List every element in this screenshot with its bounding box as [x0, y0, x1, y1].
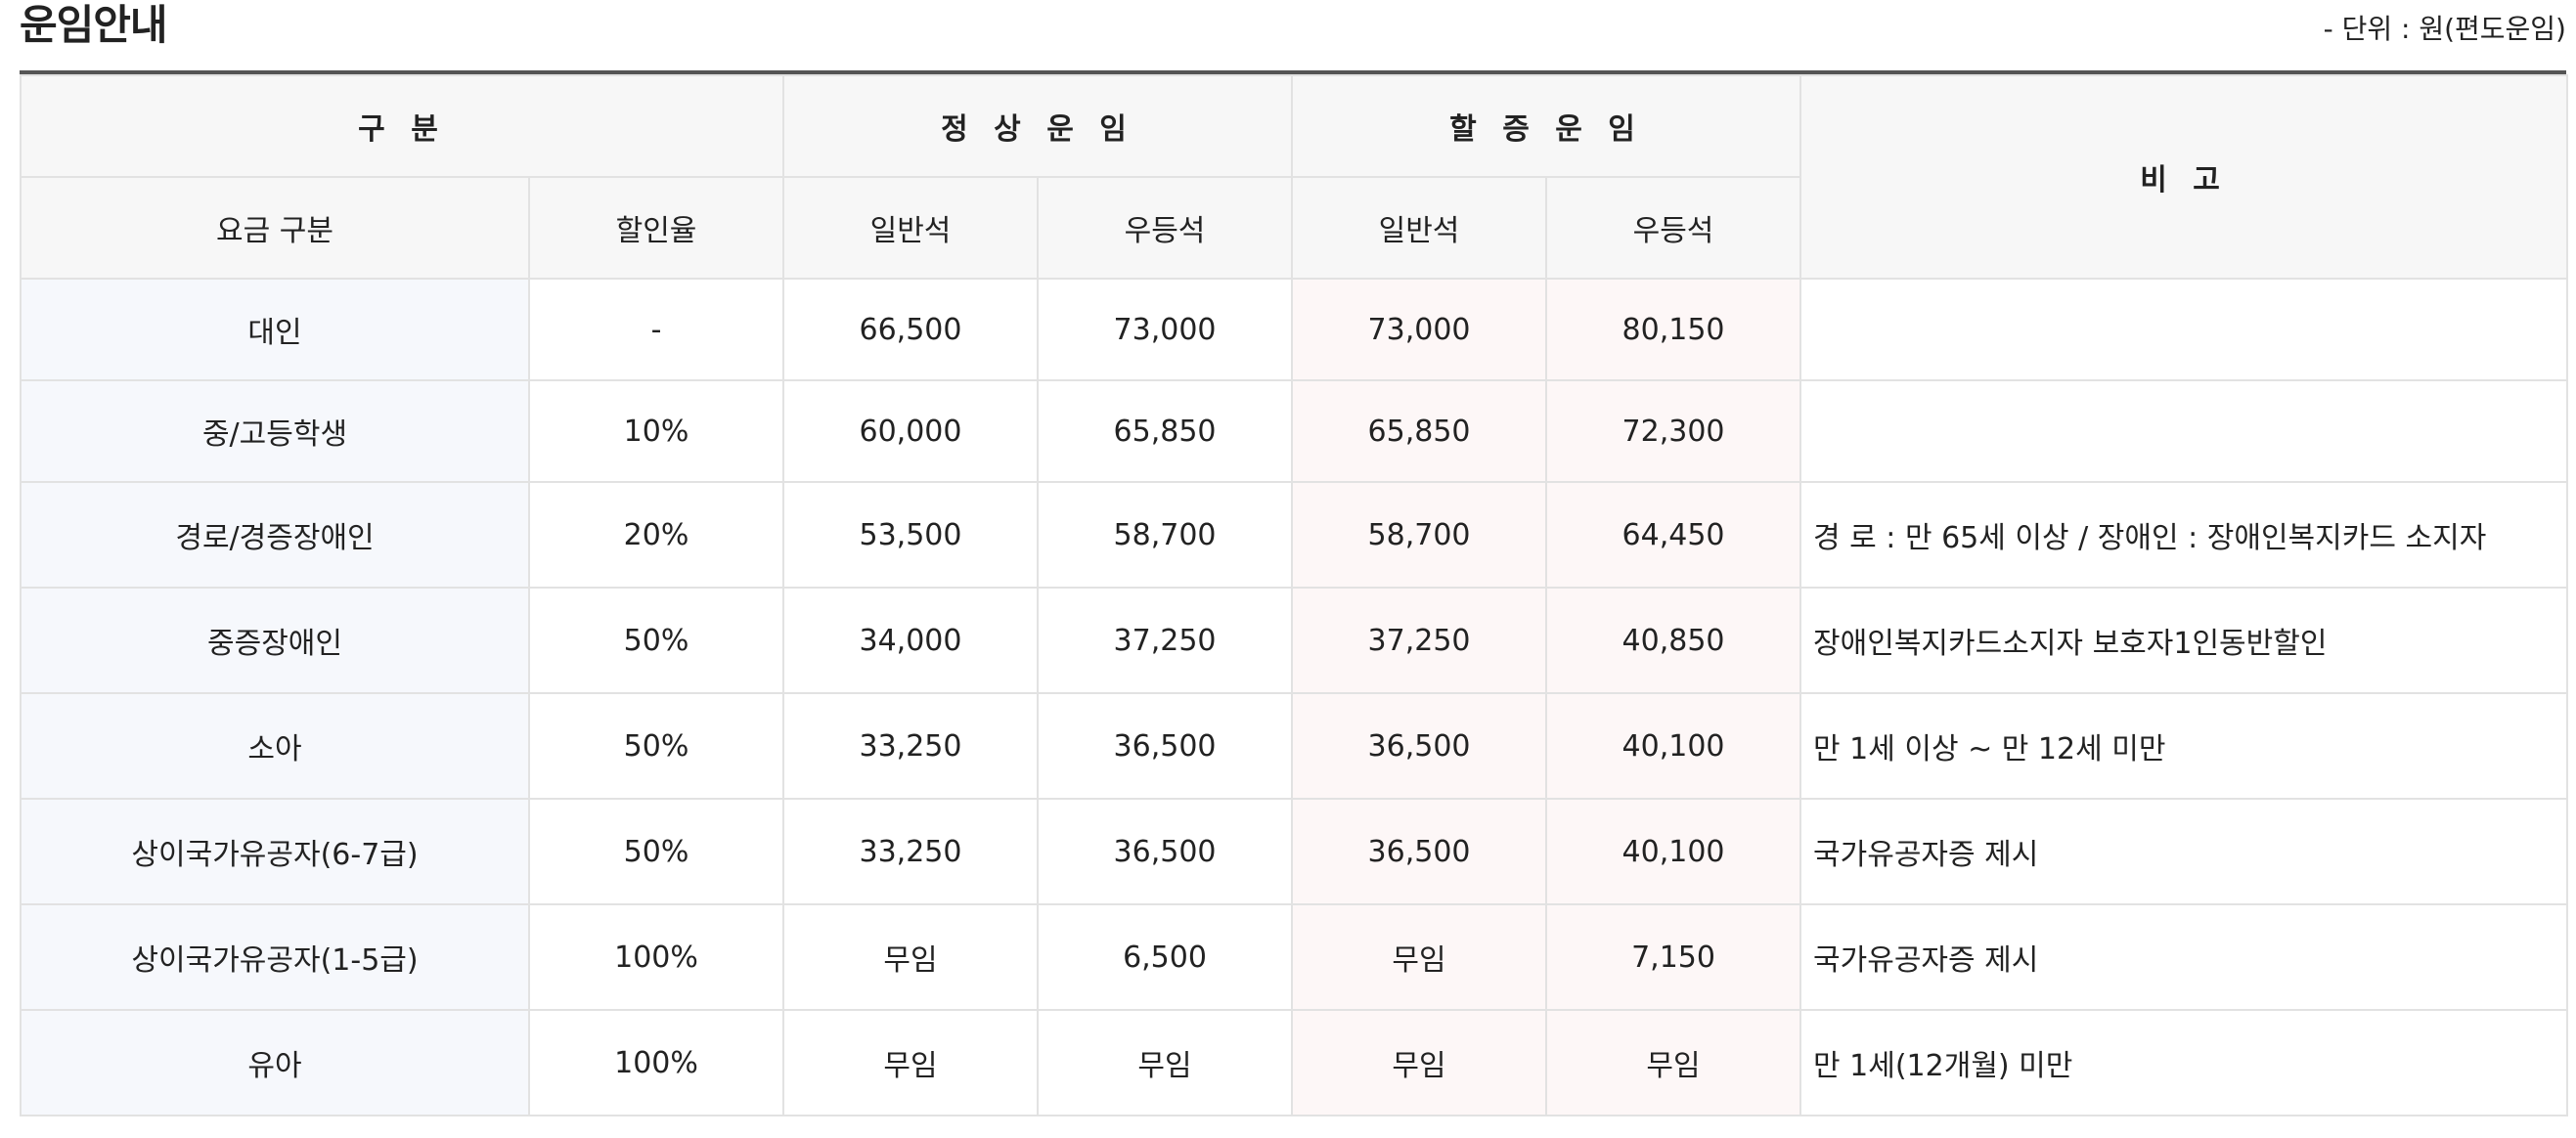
cell-fare-type: 소아	[20, 692, 530, 800]
cell-surcharge-general: 36,500	[1291, 692, 1548, 800]
cell-surcharge-premium: 72,300	[1545, 379, 1802, 483]
cell-surcharge-general: 36,500	[1291, 798, 1548, 905]
cell-normal-premium: 37,250	[1036, 587, 1294, 694]
cell-normal-premium: 73,000	[1036, 278, 1294, 381]
cell-discount: -	[528, 278, 784, 381]
cell-surcharge-general: 58,700	[1291, 481, 1548, 589]
cell-normal-general: 66,500	[782, 278, 1039, 381]
unit-note: - 단위 : 원(편도운임)	[2323, 13, 2566, 45]
table-row: 대인 - 66,500 73,000 73,000 80,150	[20, 278, 2569, 381]
cell-fare-type: 유아	[20, 1009, 530, 1116]
header-fare-type: 요금 구분	[20, 176, 530, 280]
cell-surcharge-premium: 40,850	[1545, 587, 1802, 694]
header-category: 구 분	[20, 74, 784, 178]
cell-fare-type: 중증장애인	[20, 587, 530, 694]
cell-surcharge-general: 73,000	[1291, 278, 1548, 381]
group-header-row: 구 분 정 상 운 임 할 증 운 임 비 고	[20, 74, 2569, 280]
cell-note: 만 1세 이상 ~ 만 12세 미만	[1799, 692, 2569, 800]
cell-fare-type: 대인	[20, 278, 530, 381]
cell-surcharge-general: 65,850	[1291, 379, 1548, 483]
cell-note	[1799, 278, 2569, 381]
cell-discount: 50%	[528, 798, 784, 905]
cell-surcharge-premium: 40,100	[1545, 798, 1802, 905]
cell-discount: 10%	[528, 379, 784, 483]
cell-normal-premium: 36,500	[1036, 798, 1294, 905]
header-note: 비 고	[1799, 74, 2569, 280]
cell-fare-type: 중/고등학생	[20, 379, 530, 483]
cell-surcharge-premium: 40,100	[1545, 692, 1802, 800]
cell-normal-general: 무임	[782, 903, 1039, 1011]
cell-surcharge-general: 37,250	[1291, 587, 1548, 694]
table-row: 중증장애인 50% 34,000 37,250 37,250 40,850 장애…	[20, 587, 2569, 694]
cell-fare-type: 상이국가유공자(1-5급)	[20, 903, 530, 1011]
header-surcharge-fare: 할 증 운 임	[1291, 74, 1802, 178]
cell-surcharge-general: 무임	[1291, 903, 1548, 1011]
table-row: 소아 50% 33,250 36,500 36,500 40,100 만 1세 …	[20, 692, 2569, 800]
header-surcharge-premium: 우등석	[1545, 176, 1802, 280]
cell-note: 국가유공자증 제시	[1799, 903, 2569, 1011]
page-title: 운임안내	[20, 1, 168, 49]
cell-discount: 50%	[528, 692, 784, 800]
header-discount: 할인율	[528, 176, 784, 280]
cell-normal-premium: 36,500	[1036, 692, 1294, 800]
cell-surcharge-premium: 80,150	[1545, 278, 1802, 381]
cell-normal-premium: 6,500	[1036, 903, 1294, 1011]
table-row: 상이국가유공자(6-7급) 50% 33,250 36,500 36,500 4…	[20, 798, 2569, 905]
cell-normal-premium: 무임	[1036, 1009, 1294, 1116]
cell-discount: 20%	[528, 481, 784, 589]
cell-surcharge-premium: 64,450	[1545, 481, 1802, 589]
cell-normal-premium: 58,700	[1036, 481, 1294, 589]
cell-normal-general: 34,000	[782, 587, 1039, 694]
cell-note: 국가유공자증 제시	[1799, 798, 2569, 905]
table-row: 경로/경증장애인 20% 53,500 58,700 58,700 64,450…	[20, 481, 2569, 589]
table-row: 중/고등학생 10% 60,000 65,850 65,850 72,300	[20, 379, 2569, 483]
cell-discount: 100%	[528, 903, 784, 1011]
header-normal-premium: 우등석	[1036, 176, 1294, 280]
cell-normal-general: 33,250	[782, 692, 1039, 800]
cell-normal-general: 53,500	[782, 481, 1039, 589]
fare-table: 구 분 정 상 운 임 할 증 운 임 비 고 요금 구분 할인율 일반석 우등…	[20, 74, 2569, 1116]
table-row: 상이국가유공자(1-5급) 100% 무임 6,500 무임 7,150 국가유…	[20, 903, 2569, 1011]
cell-discount: 50%	[528, 587, 784, 694]
cell-note	[1799, 379, 2569, 483]
cell-normal-general: 60,000	[782, 379, 1039, 483]
cell-fare-type: 경로/경증장애인	[20, 481, 530, 589]
table-row: 유아 100% 무임 무임 무임 무임 만 1세(12개월) 미만	[20, 1009, 2569, 1116]
cell-surcharge-premium: 무임	[1545, 1009, 1802, 1116]
cell-normal-general: 무임	[782, 1009, 1039, 1116]
header-normal-general: 일반석	[782, 176, 1039, 280]
header-surcharge-general: 일반석	[1291, 176, 1548, 280]
cell-note: 장애인복지카드소지자 보호자1인동반할인	[1799, 587, 2569, 694]
cell-surcharge-general: 무임	[1291, 1009, 1548, 1116]
header-normal-fare: 정 상 운 임	[781, 74, 1294, 178]
cell-normal-premium: 65,850	[1036, 379, 1294, 483]
cell-fare-type: 상이국가유공자(6-7급)	[20, 798, 530, 905]
cell-normal-general: 33,250	[782, 798, 1039, 905]
page-header: 운임안내 - 단위 : 원(편도운임)	[20, 0, 2566, 74]
cell-note: 만 1세(12개월) 미만	[1799, 1009, 2569, 1116]
cell-discount: 100%	[528, 1009, 784, 1116]
cell-note: 경 로 : 만 65세 이상 / 장애인 : 장애인복지카드 소지자	[1799, 481, 2569, 589]
cell-surcharge-premium: 7,150	[1545, 903, 1802, 1011]
